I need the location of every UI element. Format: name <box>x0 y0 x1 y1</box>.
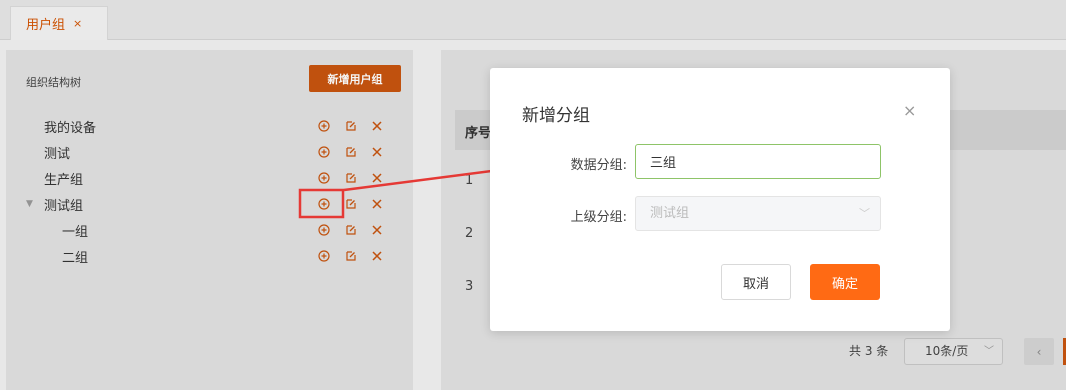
dialog-title: 新增分组 <box>522 106 590 126</box>
cancel-button[interactable]: 取消 <box>721 264 791 300</box>
parent-group-label: 上级分组: <box>570 210 627 225</box>
close-icon[interactable]: × <box>903 101 916 120</box>
chevron-down-icon: ﹀ <box>859 207 870 220</box>
parent-group-select[interactable]: 测试组 ﹀ <box>635 196 881 231</box>
add-group-dialog: 新增分组 × 数据分组: 上级分组: 测试组 ﹀ 取消 确定 <box>490 68 950 331</box>
parent-group-value: 测试组 <box>650 206 690 221</box>
group-name-label: 数据分组: <box>570 158 627 173</box>
confirm-button[interactable]: 确定 <box>810 264 880 300</box>
group-name-input[interactable] <box>635 144 881 179</box>
